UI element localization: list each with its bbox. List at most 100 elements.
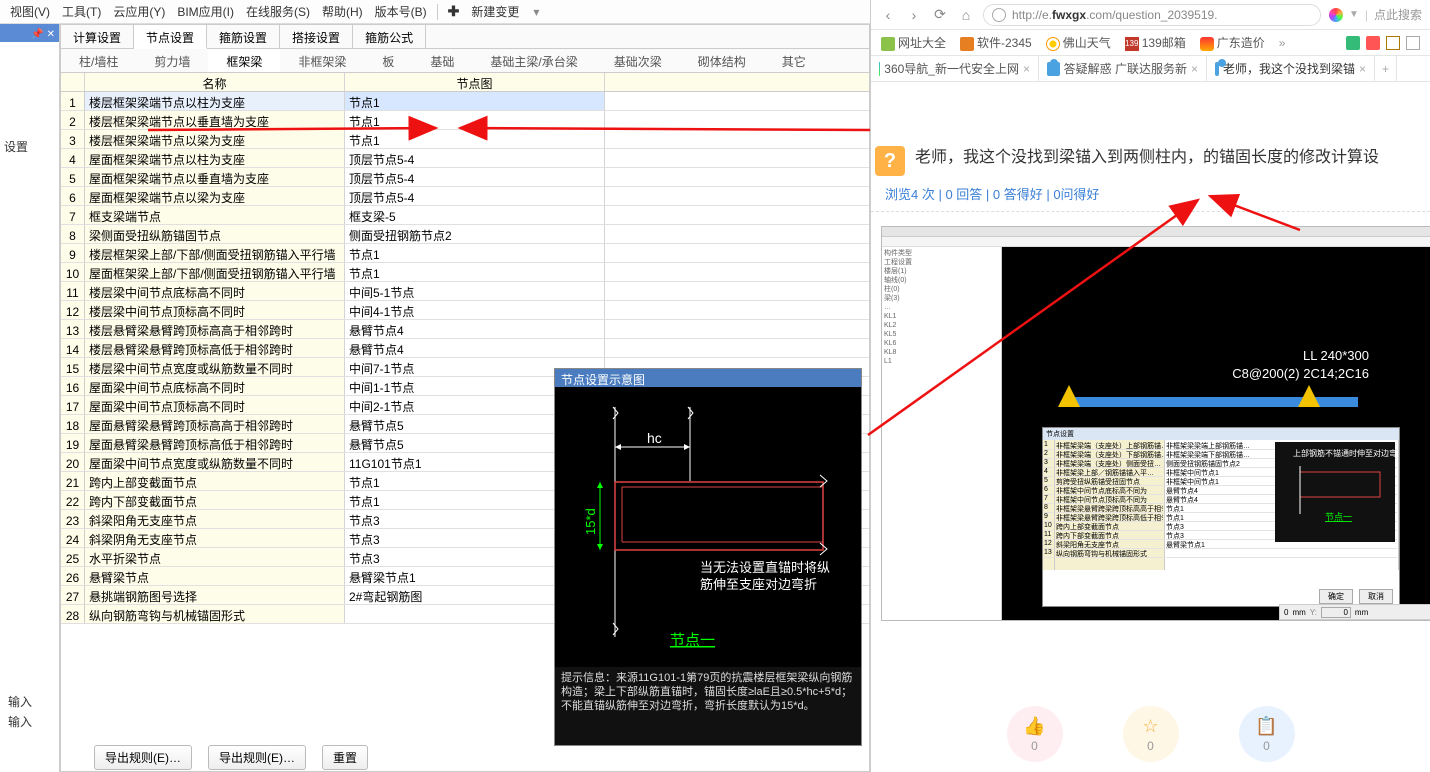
row-name: 水平折梁节点 bbox=[85, 548, 345, 566]
table-row[interactable]: 7框支梁端节点框支梁-5 bbox=[61, 206, 869, 225]
cat-foundation[interactable]: 基础 bbox=[412, 49, 472, 72]
forward-icon[interactable]: › bbox=[905, 6, 923, 24]
cat-other[interactable]: 其它 bbox=[764, 49, 824, 72]
sidebar-item-input2[interactable]: 输入 bbox=[4, 687, 36, 750]
table-row[interactable]: 4屋面框架梁端节点以柱为支座顶层节点5-4 bbox=[61, 149, 869, 168]
row-node-value[interactable]: 侧面受扭钢筋节点2 bbox=[345, 225, 605, 243]
table-row[interactable]: 5屋面框架梁端节点以垂直墙为支座顶层节点5-4 bbox=[61, 168, 869, 187]
menu-item[interactable]: 版本号(B) bbox=[369, 3, 433, 20]
new-change-button[interactable]: 新建变更 bbox=[465, 3, 525, 20]
address-bar[interactable]: http://e.fwxgx.com/question_2039519. bbox=[983, 4, 1321, 26]
row-node-value[interactable]: 顶层节点5-4 bbox=[345, 149, 605, 167]
row-node-value[interactable]: 顶层节点5-4 bbox=[345, 168, 605, 186]
table-row[interactable]: 8梁侧面受扭纵筋锚固节点侧面受扭钢筋节点2 bbox=[61, 225, 869, 244]
cat-masonry[interactable]: 砌体结构 bbox=[680, 49, 764, 72]
row-node-value[interactable]: 中间5-1节点 bbox=[345, 282, 605, 300]
row-index: 2 bbox=[61, 111, 85, 129]
table-row[interactable]: 11楼层梁中间节点底标高不同时中间5-1节点 bbox=[61, 282, 869, 301]
table-row[interactable]: 6屋面框架梁端节点以梁为支座顶层节点5-4 bbox=[61, 187, 869, 206]
ext-icon[interactable] bbox=[1406, 36, 1420, 50]
cat-column[interactable]: 柱/墙柱 bbox=[61, 49, 136, 72]
bookmark-item[interactable]: 网址大全 bbox=[881, 34, 946, 51]
pin-icon[interactable]: 📌 ✕ bbox=[31, 26, 55, 44]
table-row[interactable]: 9楼层框架梁上部/下部/侧面受扭钢筋锚入平行墙节点1 bbox=[61, 244, 869, 263]
cat-shearwall[interactable]: 剪力墙 bbox=[136, 49, 208, 72]
tab-node-settings[interactable]: 节点设置 bbox=[134, 25, 207, 49]
table-row[interactable]: 2楼层框架梁端节点以垂直墙为支座节点1 bbox=[61, 111, 869, 130]
like-button[interactable]: 👍0 bbox=[1007, 706, 1063, 762]
menu-item[interactable]: 视图(V) bbox=[4, 3, 56, 20]
row-node-value[interactable]: 节点1 bbox=[345, 111, 605, 129]
tab-splice-settings[interactable]: 搭接设置 bbox=[280, 25, 353, 48]
row-node-value[interactable]: 框支梁-5 bbox=[345, 206, 605, 224]
mini-diagram: 上部钢筋不锚通时伸至对边弯折节点一 bbox=[1275, 442, 1395, 542]
table-row[interactable]: 10屋面框架梁上部/下部/侧面受扭钢筋锚入平行墙节点1 bbox=[61, 263, 869, 282]
export-button-2[interactable]: 导出规则(E)… bbox=[208, 745, 306, 770]
home-icon[interactable]: ⌂ bbox=[957, 6, 975, 24]
close-icon[interactable]: × bbox=[1359, 62, 1366, 76]
browser-tab[interactable]: 360导航_新一代安全上网× bbox=[871, 56, 1039, 81]
row-index: 22 bbox=[61, 491, 85, 509]
more-icon[interactable]: » bbox=[1279, 36, 1286, 50]
ext-icon[interactable] bbox=[1346, 36, 1360, 50]
bookmark-item[interactable]: 广东造价 bbox=[1200, 34, 1265, 51]
row-node-value[interactable]: 悬臂节点4 bbox=[345, 339, 605, 357]
row-name: 屋面悬臂梁悬臂跨顶标高低于相邻跨时 bbox=[85, 434, 345, 452]
dropdown-icon[interactable]: ▾ bbox=[527, 5, 545, 19]
down-arrow-icon[interactable]: ▼ bbox=[1349, 9, 1359, 20]
menu-item[interactable]: 在线服务(S) bbox=[240, 3, 316, 20]
cat-slab[interactable]: 板 bbox=[364, 49, 412, 72]
row-index: 19 bbox=[61, 434, 85, 452]
cat-fbeam[interactable]: 基础主梁/承台梁 bbox=[472, 49, 595, 72]
tab-calc-settings[interactable]: 计算设置 bbox=[61, 25, 134, 48]
row-index: 21 bbox=[61, 472, 85, 490]
refresh-icon[interactable]: ⟳ bbox=[931, 6, 949, 24]
copy-button[interactable]: 📋0 bbox=[1239, 706, 1295, 762]
cat-frame-beam[interactable]: 框架梁 bbox=[208, 49, 280, 72]
back-icon[interactable]: ‹ bbox=[879, 6, 897, 24]
search-placeholder[interactable]: 点此搜索 bbox=[1374, 6, 1422, 23]
new-tab-button[interactable]: + bbox=[1375, 56, 1397, 81]
bookmark-item[interactable]: 软件-2345 bbox=[960, 34, 1032, 51]
row-name: 屋面梁中间节点底标高不同时 bbox=[85, 377, 345, 395]
row-node-value[interactable]: 顶层节点5-4 bbox=[345, 187, 605, 205]
menu-item[interactable]: BIM应用(I) bbox=[171, 3, 240, 20]
row-node-value[interactable]: 节点1 bbox=[345, 263, 605, 281]
row-index: 7 bbox=[61, 206, 85, 224]
tab-stirrup-settings[interactable]: 箍筋设置 bbox=[207, 25, 280, 48]
sidebar-item-settings[interactable]: 设置 bbox=[0, 132, 59, 195]
close-icon[interactable]: × bbox=[1023, 62, 1030, 76]
table-row[interactable]: 14楼层悬臂梁悬臂跨顶标高低于相邻跨时悬臂节点4 bbox=[61, 339, 869, 358]
row-node-value[interactable]: 节点1 bbox=[345, 244, 605, 262]
table-row[interactable]: 3楼层框架梁端节点以梁为支座节点1 bbox=[61, 130, 869, 149]
reset-button[interactable]: 重置 bbox=[322, 745, 368, 770]
fav-button[interactable]: ☆0 bbox=[1123, 706, 1179, 762]
menu-item[interactable]: 云应用(Y) bbox=[107, 3, 171, 20]
browser-tab[interactable]: 老师，我这个没找到梁锚× bbox=[1207, 56, 1375, 81]
close-icon[interactable]: × bbox=[1191, 62, 1198, 76]
bookmark-item[interactable]: 139139邮箱 bbox=[1125, 34, 1186, 51]
row-node-value[interactable]: 节点1 bbox=[345, 130, 605, 148]
export-button-1[interactable]: 导出规则(E)… bbox=[94, 745, 192, 770]
table-row[interactable]: 12楼层梁中间节点顶标高不同时中间4-1节点 bbox=[61, 301, 869, 320]
color-wheel-icon[interactable] bbox=[1329, 8, 1343, 22]
menu-item[interactable]: 帮助(H) bbox=[316, 3, 369, 20]
row-node-value[interactable]: 中间4-1节点 bbox=[345, 301, 605, 319]
table-row[interactable]: 1楼层框架梁端节点以柱为支座节点1 bbox=[61, 92, 869, 111]
bookmarks-bar: 网址大全 软件-2345 佛山天气 139139邮箱 广东造价 » bbox=[871, 30, 1430, 56]
cat-fsecond[interactable]: 基础次梁 bbox=[596, 49, 680, 72]
cat-nonframe-beam[interactable]: 非框架梁 bbox=[280, 49, 364, 72]
diagram-hint: 提示信息：来源11G101-1第79页的抗震楼层框架梁纵向钢筋构造；梁上下部纵筋… bbox=[555, 667, 861, 717]
row-node-value[interactable]: 节点1 bbox=[345, 92, 605, 110]
table-row[interactable]: 13楼层悬臂梁悬臂跨顶标高高于相邻跨时悬臂节点4 bbox=[61, 320, 869, 339]
menu-item[interactable]: 工具(T) bbox=[56, 3, 107, 20]
browser-tab[interactable]: 答疑解惑 广联达服务新× bbox=[1039, 56, 1207, 81]
row-name: 框支梁端节点 bbox=[85, 206, 345, 224]
tab-stirrup-formula[interactable]: 箍筋公式 bbox=[353, 25, 426, 48]
bookmark-item[interactable]: 佛山天气 bbox=[1046, 34, 1111, 51]
row-node-value[interactable]: 悬臂节点4 bbox=[345, 320, 605, 338]
ext-icon[interactable] bbox=[1386, 36, 1400, 50]
ext-icon[interactable] bbox=[1366, 36, 1380, 50]
row-index: 28 bbox=[61, 605, 85, 623]
row-index: 8 bbox=[61, 225, 85, 243]
